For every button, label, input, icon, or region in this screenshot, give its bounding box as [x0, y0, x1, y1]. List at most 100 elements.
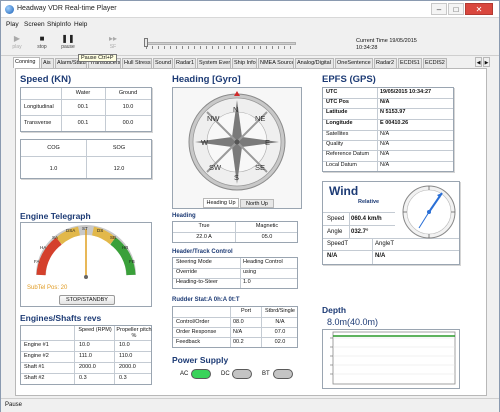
tab-ecdis2[interactable]: ECDIS2: [423, 58, 447, 68]
heading-magnetic-header: Magnetic: [255, 223, 279, 229]
wind-speed-label: Speed: [327, 216, 345, 222]
wind-speed-value: 060.4 km/h: [351, 216, 382, 222]
tab-ecdis1[interactable]: ECDIS1: [398, 58, 422, 68]
epfs-label-reference-datum: Reference Datum: [326, 151, 370, 157]
power-supply-title: Power Supply: [172, 355, 229, 365]
tab-conning[interactable]: Conning: [13, 57, 40, 68]
scale-label-fb: FB: [129, 259, 135, 264]
compass-panel: N NE E SE S SW W NW Heading Up North Up: [172, 87, 302, 209]
minimize-button[interactable]: –: [431, 3, 447, 15]
header-control-value: Heading Control: [243, 259, 283, 265]
scale-label-sa: SA: [52, 235, 58, 240]
engines-row-label: Engine #2: [24, 353, 49, 359]
stop-button[interactable]: ■ stop: [30, 34, 54, 54]
rudder-port-header: Port: [240, 308, 252, 314]
cog-sog-table: COG SOG 1.0 12.0: [20, 139, 152, 179]
compass-se: SE: [255, 163, 265, 172]
speed-row-label: Transverse: [24, 120, 52, 126]
tab-system-event[interactable]: System Event: [197, 58, 231, 68]
current-time-readout: Current Time 19/05/2015 10:34:28: [356, 38, 417, 52]
epfs-value-local-datum: N/A: [380, 162, 390, 168]
menu-screen[interactable]: Screen: [24, 21, 45, 28]
tab-radar1[interactable]: Radar1: [174, 58, 196, 68]
engines-pitch-value: 0.3: [119, 375, 127, 381]
stop-label: stop: [37, 44, 47, 50]
rudder-stbd-value: 02.0: [274, 339, 286, 345]
tab-sound[interactable]: Sound: [153, 58, 173, 68]
pause-button[interactable]: ❚❚ pause: [56, 34, 80, 54]
current-time-label: Current Time: [356, 38, 388, 44]
epfs-label-satellites: Satellites: [326, 131, 349, 137]
tab-nmea-source[interactable]: NMEA Source: [258, 58, 294, 68]
epfs-label-quality: Quality: [326, 141, 344, 147]
depth-value: 8.0m(40.0m): [327, 317, 379, 327]
tab-hull-stress[interactable]: Hull Stress: [122, 58, 152, 68]
depth-graph: [330, 331, 456, 385]
compass-sw: SW: [209, 163, 222, 172]
tab-onesentence[interactable]: OneSentence: [335, 58, 373, 68]
tab-heading-up[interactable]: Heading Up: [203, 198, 239, 208]
playback-slider-track[interactable]: [146, 42, 296, 45]
header-control-label: Steering Mode: [176, 259, 212, 265]
close-button[interactable]: ✕: [465, 3, 493, 15]
cog-value: 1.0: [49, 166, 58, 172]
speed-row-label: Longitudinal: [24, 104, 54, 110]
scale-label-hb: HB: [122, 245, 128, 250]
sf-label: SF: [109, 44, 117, 50]
tab-ais[interactable]: Ais: [41, 58, 54, 68]
menu-help[interactable]: Help: [74, 21, 87, 28]
speed-water-value: 00.1: [77, 104, 89, 110]
engines-row-label: Engine #1: [24, 342, 49, 348]
maximize-button[interactable]: □: [448, 3, 464, 15]
menu-bar: Play Screen ShipInfo Help: [1, 19, 499, 31]
rudder-port-value: 08.0: [233, 319, 244, 325]
header-control-label: Override: [176, 269, 198, 275]
depth-chart: [322, 329, 460, 389]
epfs-value-reference-datum: N/A: [380, 151, 390, 157]
scale-label-ha: HA: [40, 245, 46, 250]
tab-scroll-left-icon[interactable]: ◀: [475, 57, 482, 67]
wind-panel: Wind Relative Speed 060.4 km/h Angle 032…: [322, 181, 460, 265]
menu-play[interactable]: Play: [6, 21, 19, 28]
power-bt-label: BT: [262, 371, 270, 377]
wind-dial: [402, 185, 456, 239]
tab-scroll-right-icon[interactable]: ▶: [483, 57, 490, 67]
tab-ship-info[interactable]: Ship Info: [232, 58, 257, 68]
sog-value: 12.0: [113, 166, 125, 172]
header-control-label: Heading-to-Steer: [176, 279, 218, 285]
engines-title: Engines/Shafts revs: [20, 313, 102, 323]
epfs-label-latitude: Latitude: [326, 109, 348, 115]
heading-gyro-title: Heading [Gyro]: [172, 74, 241, 85]
tab-north-up[interactable]: North Up: [240, 199, 274, 208]
tab-radar2[interactable]: Radar2: [374, 58, 397, 68]
wind-title: Wind: [329, 184, 359, 198]
rudder-port-value: 00.2: [233, 339, 244, 345]
header-control-title: Header/Track Control: [172, 249, 233, 255]
playback-slider-thumb[interactable]: [144, 38, 148, 47]
wind-speedt-label: SpeedT: [327, 241, 349, 247]
engines-pitch-value: 110.0: [119, 353, 133, 359]
wind-anglet-label: AngleT: [375, 241, 395, 247]
heading-table: True Magnetic 22.0 A 05.0: [172, 221, 298, 243]
epfs-title: EPFS (GPS): [322, 74, 376, 85]
play-button[interactable]: ▶ play: [5, 34, 29, 54]
app-logo-icon: [5, 5, 14, 14]
menu-shipinfo[interactable]: ShipInfo: [47, 21, 71, 28]
rudder-stbd-value: 07.0: [274, 329, 286, 335]
compass-n: N: [233, 105, 238, 114]
epfs-label-longitude: Longitude: [326, 120, 353, 126]
play-label: play: [12, 44, 22, 50]
tab-analog-digital[interactable]: Analog/Digital: [295, 58, 334, 68]
speed-water-value: 00.1: [77, 120, 89, 126]
speed-ground-value: 00.0: [122, 120, 134, 126]
speed-ground-header: Ground: [118, 90, 138, 96]
sf-button[interactable]: ▸▸ SF: [101, 34, 125, 54]
playback-slider-ticks: [146, 46, 296, 49]
cog-header: COG: [47, 145, 60, 151]
stop-icon: ■: [39, 34, 45, 43]
header-control-value: 1.0: [243, 279, 251, 285]
heading-title: Heading: [172, 213, 196, 219]
scale-label-dsa: DSA: [66, 228, 75, 233]
epfs-value-latitude: N 5153.97: [380, 109, 406, 115]
stop-standby-button[interactable]: STOP/STANDBY: [59, 295, 115, 305]
